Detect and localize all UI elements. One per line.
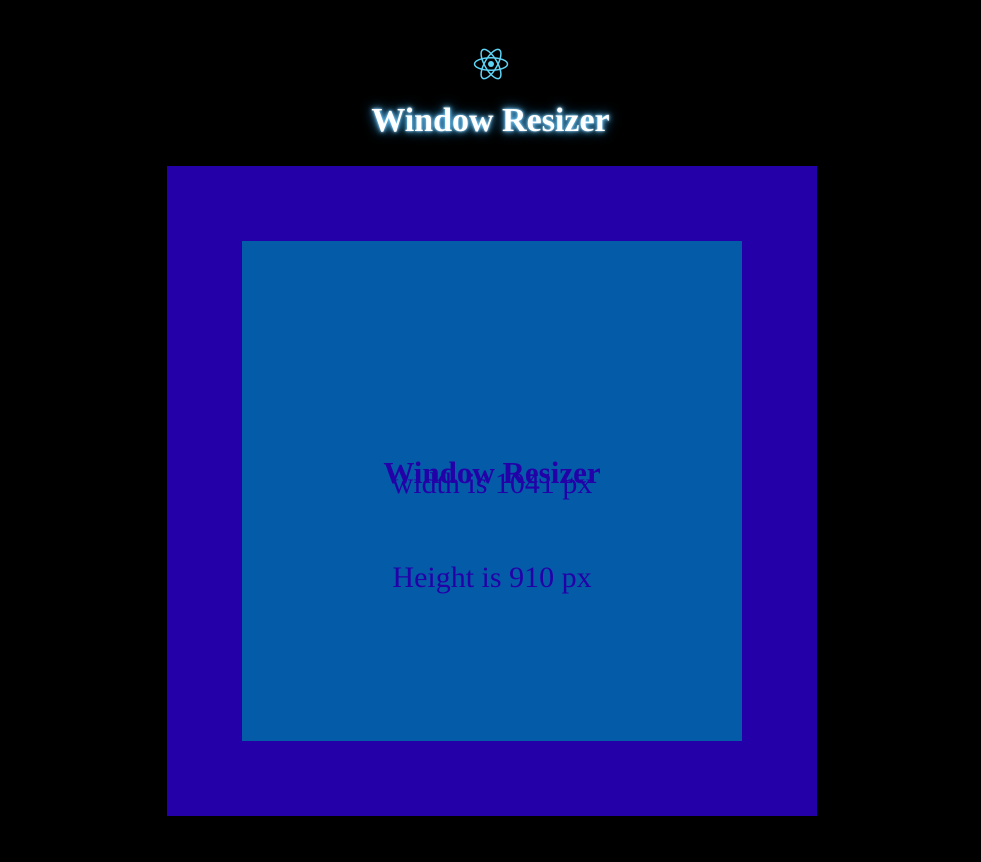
outer-resize-box: Window Resizer width is 1041 px Height i…	[167, 166, 817, 816]
react-atom-icon	[473, 48, 509, 80]
inner-resize-box: Window Resizer width is 1041 px Height i…	[242, 241, 742, 741]
page-title: Window Resizer	[371, 102, 610, 139]
window-height-text: Height is 910 px	[392, 561, 592, 594]
window-width-text: width is 1041 px	[391, 467, 593, 500]
